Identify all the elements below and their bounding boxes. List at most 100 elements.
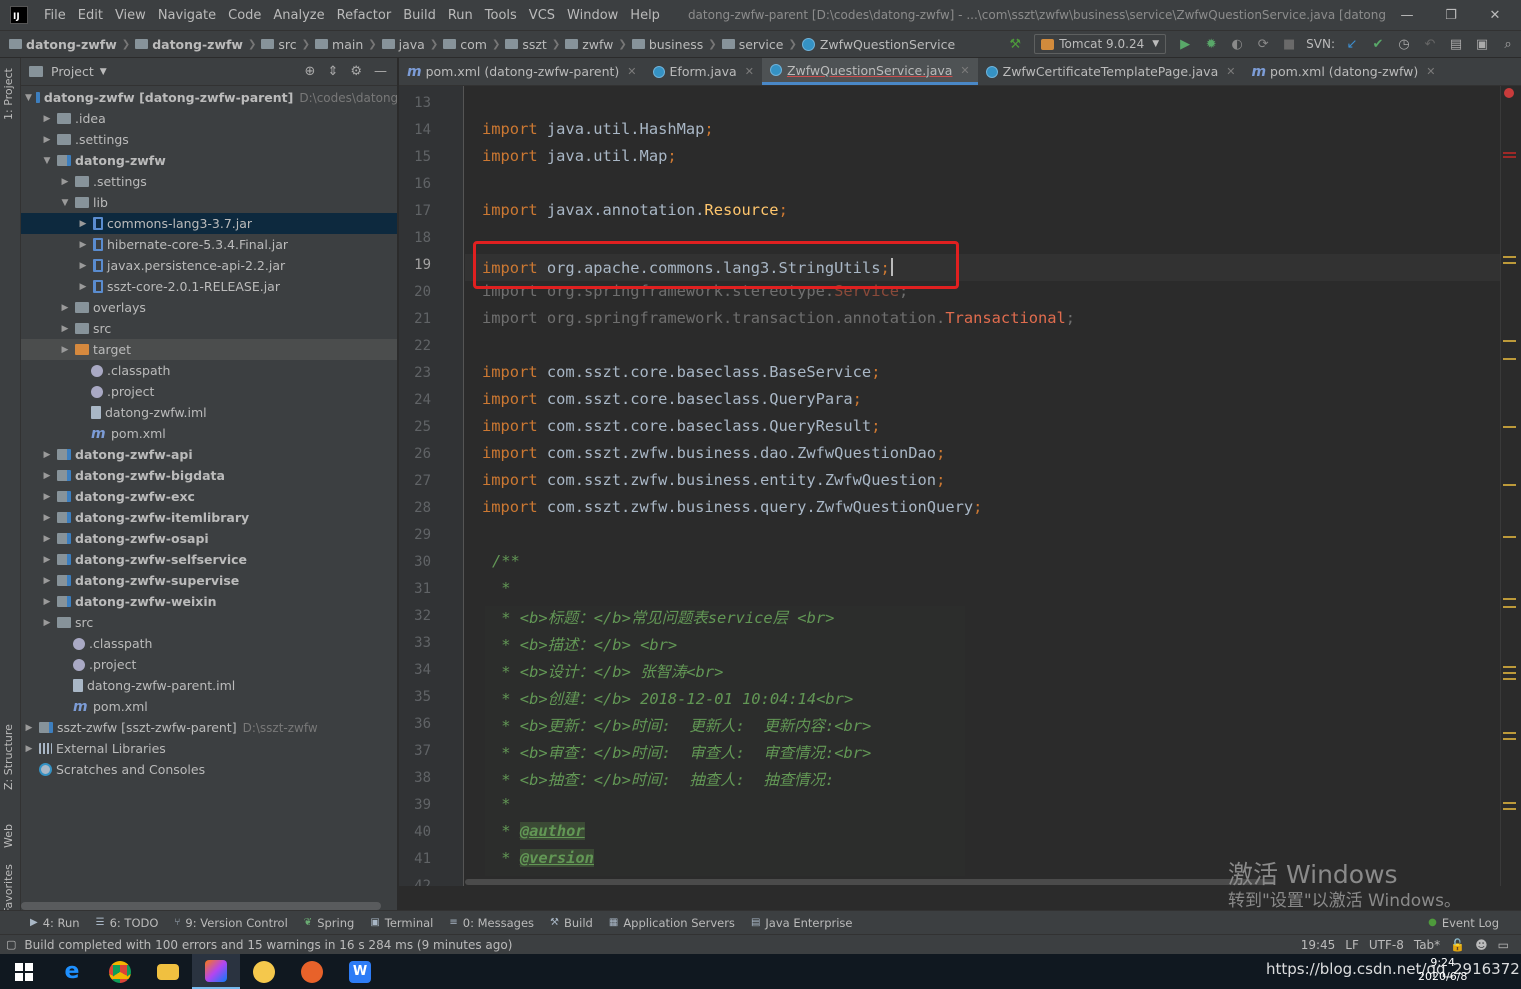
minimize-icon[interactable]: —	[1385, 8, 1429, 23]
crumb-class[interactable]: ZwfwQuestionService	[799, 37, 958, 52]
tree-row[interactable]: m pom.xml	[21, 423, 397, 444]
warning-mark[interactable]	[1503, 358, 1516, 360]
taskbar-app-cat[interactable]	[240, 954, 288, 989]
tree-row[interactable]: .classpath	[21, 633, 397, 654]
tree-row[interactable]: ▶ datong-zwfw-bigdata	[21, 465, 397, 486]
crumb-project[interactable]: datong-zwfw	[6, 37, 120, 52]
crumb-src[interactable]: src	[258, 37, 299, 52]
tree-row[interactable]: ▶ overlays	[21, 297, 397, 318]
tab-certificate-template-page[interactable]: ZwfwCertificateTemplatePage.java ✕	[978, 58, 1244, 85]
menu-run[interactable]: Run	[442, 0, 479, 31]
tool-tab-java-enterprise[interactable]: ▤ Java Enterprise	[743, 916, 861, 930]
taskbar-wps[interactable]: W	[336, 954, 384, 989]
tool-tab-messages[interactable]: ≡ 0: Messages	[441, 916, 542, 930]
tool-tab-terminal[interactable]: ▣ Terminal	[362, 916, 441, 930]
tab-pom-module[interactable]: m pom.xml (datong-zwfw) ✕	[1243, 58, 1443, 85]
expand-arrow-icon[interactable]: ▼	[25, 93, 32, 103]
tree-row[interactable]: .classpath	[21, 360, 397, 381]
collapse-arrow-icon[interactable]: ▶	[41, 471, 53, 481]
run-icon[interactable]: ▶	[1176, 35, 1194, 53]
collapse-arrow-icon[interactable]: ▶	[23, 723, 35, 733]
tool-tab-event-log[interactable]: ● Event Log	[1420, 916, 1507, 930]
close-icon[interactable]: ✕	[627, 65, 636, 78]
start-button[interactable]	[0, 954, 48, 989]
tree-row[interactable]: ▼ datong-zwfw	[21, 150, 397, 171]
tree-row[interactable]: ▼ datong-zwfw [datong-zwfw-parent] D:\code…	[21, 87, 397, 108]
menu-navigate[interactable]: Navigate	[152, 0, 222, 31]
menu-file[interactable]: File	[38, 0, 72, 31]
file-encoding[interactable]: UTF-8	[1369, 938, 1404, 952]
warning-mark[interactable]	[1503, 340, 1516, 342]
collapse-arrow-icon[interactable]: ▶	[77, 282, 89, 292]
collapse-arrow-icon[interactable]: ▶	[59, 345, 71, 355]
scrollbar-thumb[interactable]	[465, 879, 1275, 885]
crumb-module[interactable]: datong-zwfw	[132, 37, 246, 52]
tree-row[interactable]: ▶ commons-lang3-3.7.jar	[21, 213, 397, 234]
warning-mark[interactable]	[1503, 678, 1516, 680]
collapse-arrow-icon[interactable]: ▶	[41, 555, 53, 565]
menu-build[interactable]: Build	[397, 0, 442, 31]
menu-view[interactable]: View	[109, 0, 152, 31]
collapse-arrow-icon[interactable]: ▶	[77, 240, 89, 250]
close-icon[interactable]: ✕	[1473, 8, 1517, 23]
lock-icon[interactable]: 🔓	[1450, 938, 1465, 952]
tree-row[interactable]: ▼ lib	[21, 192, 397, 213]
tree-row[interactable]: .project	[21, 654, 397, 675]
menu-help[interactable]: Help	[624, 0, 666, 31]
restore-icon[interactable]: ❐	[1429, 8, 1473, 23]
collapse-arrow-icon[interactable]: ▶	[59, 177, 71, 187]
tree-row[interactable]: ▶ hibernate-core-5.3.4.Final.jar	[21, 234, 397, 255]
close-icon[interactable]: ✕	[745, 65, 754, 78]
project-view-select[interactable]: Project	[51, 64, 94, 79]
tree-row[interactable]: ▶ .idea	[21, 108, 397, 129]
tree-row[interactable]: Scratches and Consoles	[21, 759, 397, 780]
close-icon[interactable]: ✕	[1226, 65, 1235, 78]
tree-row[interactable]: ▶ datong-zwfw-supervise	[21, 570, 397, 591]
collapse-arrow-icon[interactable]: ▶	[41, 114, 53, 124]
collapse-arrow-icon[interactable]: ▶	[41, 597, 53, 607]
tool-tab-todo[interactable]: ☰ 6: TODO	[88, 916, 167, 930]
menu-analyze[interactable]: Analyze	[267, 0, 330, 31]
locate-icon[interactable]: ⊕	[305, 64, 316, 79]
collapse-arrow-icon[interactable]: ▶	[41, 618, 53, 628]
tree-row[interactable]: .project	[21, 381, 397, 402]
coverage-icon[interactable]: ◐	[1228, 35, 1246, 53]
tree-row[interactable]: datong-zwfw.iml	[21, 402, 397, 423]
line-separator[interactable]: LF	[1345, 938, 1359, 952]
expand-arrow-icon[interactable]: ▼	[41, 156, 53, 166]
memory-icon[interactable]: ▭	[1498, 938, 1509, 952]
structure-tool-tab[interactable]: Z: Structure	[2, 724, 15, 790]
tree-row[interactable]: ▶ datong-zwfw-api	[21, 444, 397, 465]
run-config-select[interactable]: Tomcat 9.0.24 ▼	[1034, 34, 1167, 54]
history-icon[interactable]: ◷	[1395, 35, 1413, 53]
project-structure-icon[interactable]: ▤	[1447, 35, 1465, 53]
collapse-arrow-icon[interactable]: ▶	[41, 576, 53, 586]
tool-tab-run[interactable]: ▶ 4: Run	[22, 916, 88, 930]
svn-commit-icon[interactable]: ✔	[1369, 35, 1387, 53]
collapse-arrow-icon[interactable]: ▶	[41, 492, 53, 502]
warning-mark[interactable]	[1503, 802, 1516, 804]
warning-mark[interactable]	[1503, 256, 1516, 258]
menu-refactor[interactable]: Refactor	[331, 0, 398, 31]
tree-row[interactable]: ▶ src	[21, 612, 397, 633]
build-hammer-icon[interactable]: ⚒	[1006, 35, 1024, 53]
tree-row[interactable]: ▶ sszt-zwfw [sszt-zwfw-parent] D:\sszt-zwf…	[21, 717, 397, 738]
layout-icon[interactable]: ▣	[1473, 35, 1491, 53]
collapse-arrow-icon[interactable]: ▶	[41, 450, 53, 460]
error-mark[interactable]	[1503, 156, 1516, 158]
menu-window[interactable]: Window	[561, 0, 624, 31]
collapse-arrow-icon[interactable]: ▶	[41, 513, 53, 523]
taskbar-clock[interactable]: 9:24 2020/6/8	[1418, 956, 1467, 984]
project-tool-tab[interactable]: 1: Project	[2, 68, 15, 120]
layout-toggle-icon[interactable]: ▢	[6, 938, 16, 951]
warning-mark[interactable]	[1503, 598, 1516, 600]
warning-mark[interactable]	[1503, 732, 1516, 734]
warning-mark[interactable]	[1503, 808, 1516, 810]
svn-update-icon[interactable]: ↙	[1343, 35, 1361, 53]
tree-row[interactable]: m pom.xml	[21, 696, 397, 717]
taskbar-intellij[interactable]	[192, 954, 240, 989]
warning-mark[interactable]	[1503, 738, 1516, 740]
tool-tab-spring[interactable]: ❦ Spring	[296, 916, 363, 930]
warning-mark[interactable]	[1503, 262, 1516, 264]
menu-vcs[interactable]: VCS	[523, 0, 561, 31]
